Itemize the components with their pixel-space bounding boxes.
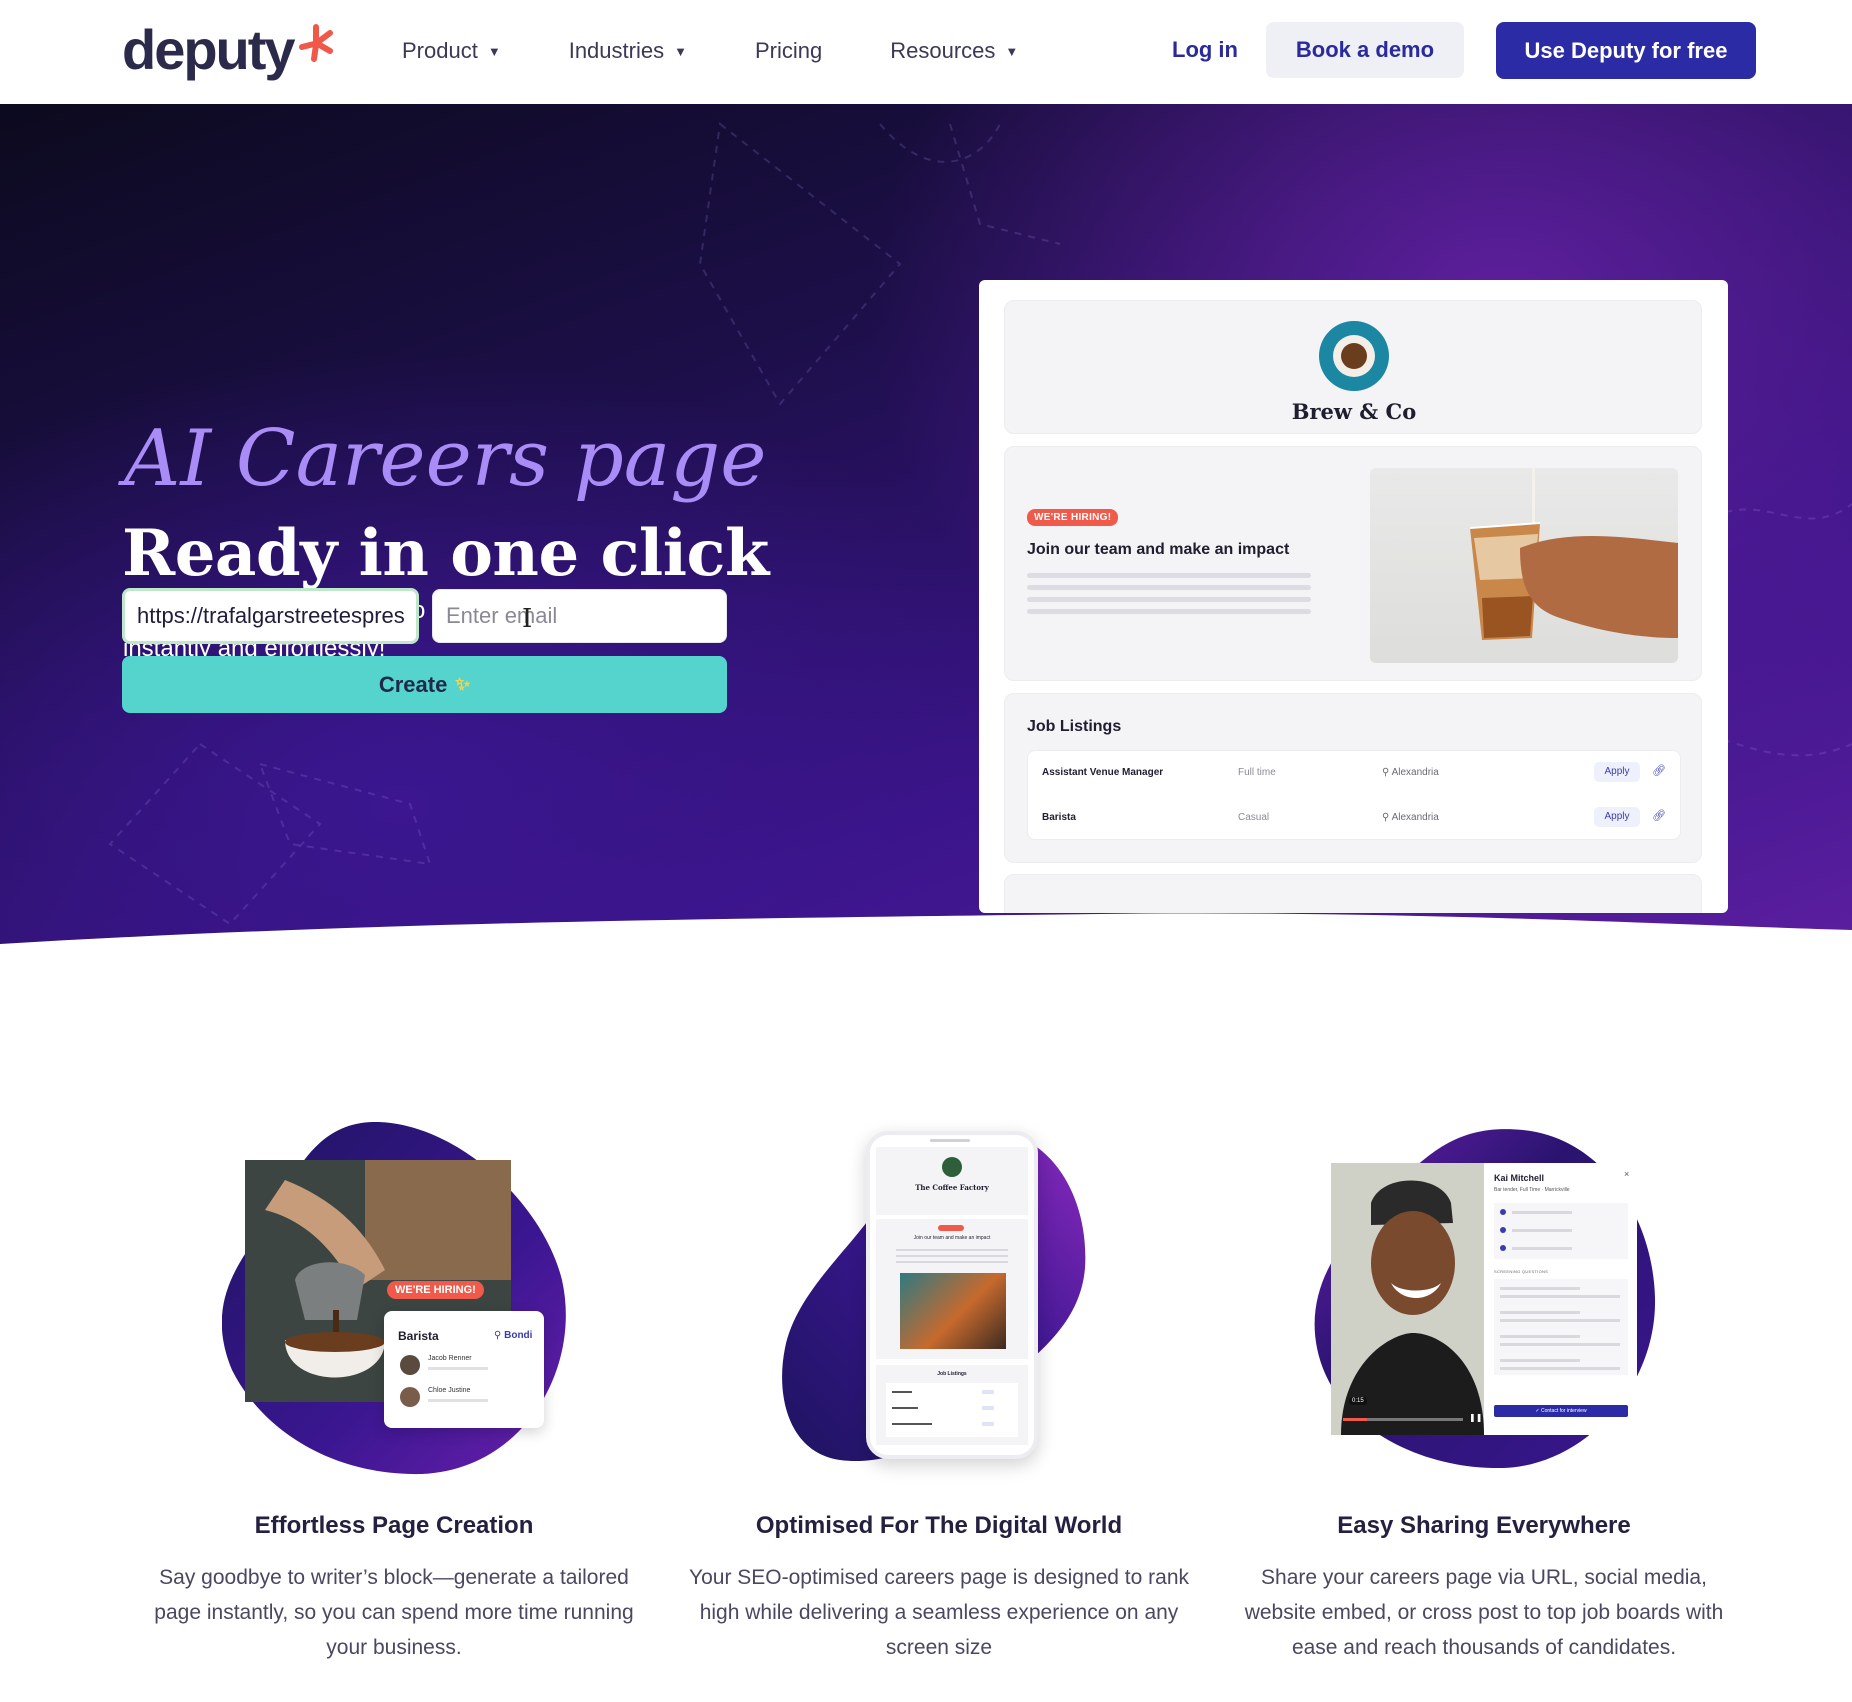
map-pin-icon: ⚲ — [1382, 767, 1392, 778]
map-pin-icon: ⚲ — [494, 1330, 505, 1341]
pause-icon[interactable]: ❚❚ — [1469, 1413, 1482, 1422]
placeholder-line — [1027, 573, 1311, 578]
job-role: Assistant Venue Manager — [1042, 767, 1164, 778]
job-table: Assistant Venue Manager Full time ⚲ Alex… — [1027, 750, 1681, 840]
placeholder-line — [896, 1255, 1008, 1257]
close-icon[interactable]: × — [1624, 1169, 1629, 1179]
job-type: Casual — [1238, 812, 1270, 823]
feature-description: Say goodbye to writer’s block—generate a… — [154, 1566, 634, 1659]
contact-interview-button[interactable]: ✓ Contact for interview — [1494, 1405, 1628, 1417]
feature-title: Optimised For The Digital World — [755, 1512, 1123, 1539]
phone-header: The Coffee Factory — [876, 1147, 1028, 1215]
placeholder-line — [896, 1249, 1008, 1251]
job-card-mock: Barista ⚲ Bondi Jacob Renner Chloe Justi… — [384, 1311, 544, 1428]
job-role: Barista — [1042, 812, 1076, 823]
placeholder-line — [1027, 585, 1311, 590]
caret-down-icon: ▼ — [487, 43, 501, 59]
nav-product[interactable]: Product ▼ — [402, 38, 501, 64]
asterisk-logo-icon — [298, 24, 333, 62]
job-type: Full time — [1238, 767, 1276, 778]
caret-down-icon: ▼ — [674, 43, 687, 59]
placeholder-line — [1027, 609, 1311, 614]
primary-nav: Product ▼ Industries ▼ Pricing Resources… — [402, 38, 1086, 64]
email-input[interactable] — [432, 589, 727, 643]
phone-brand-name: The Coffee Factory — [915, 1183, 989, 1192]
phone-hero: Join our team and make an impact — [876, 1219, 1028, 1359]
phone-job-table — [886, 1383, 1018, 1437]
feature-description: Your SEO-optimised careers page is desig… — [689, 1566, 1190, 1659]
sparkles-icon: ✨︎ — [455, 674, 471, 694]
job-listings-heading: Job Listings — [1027, 718, 1122, 735]
screening-heading: SCREENING QUESTIONS — [1494, 1269, 1549, 1274]
candidate-details — [1494, 1203, 1628, 1259]
phone-job-listings: Job Listings — [876, 1365, 1028, 1445]
avatar — [400, 1387, 420, 1407]
caret-down-icon: ▼ — [1005, 43, 1019, 59]
candidate-name: Chloe Justine — [428, 1387, 471, 1394]
book-demo-button[interactable]: Book a demo — [1266, 22, 1464, 78]
candidate-meta: Bar tender, Full Time · Marrickville — [1494, 1187, 1570, 1193]
iced-coffee-photo — [1370, 468, 1678, 663]
create-button[interactable]: Create ✨︎ — [122, 656, 727, 713]
placeholder-line — [1027, 597, 1311, 602]
map-pin-icon: ⚲ — [1382, 812, 1392, 823]
feature-description: Share your careers page via URL, social … — [1244, 1566, 1724, 1659]
job-card-location: ⚲ Bondi — [494, 1330, 533, 1341]
business-url-input[interactable] — [122, 588, 419, 644]
avatar — [400, 1355, 420, 1375]
coffee-table-photo — [900, 1273, 1006, 1349]
hiring-badge: WE'RE HIRING! — [1027, 509, 1119, 526]
phone-join-heading: Join our team and make an impact — [913, 1235, 991, 1241]
careers-page-preview: Brew & Co WE'RE HIRING! Join our team an… — [979, 280, 1728, 913]
job-location: ⚲ Alexandria — [1382, 767, 1439, 778]
nav-pricing[interactable]: Pricing — [755, 38, 822, 64]
candidate-name: Kai Mitchell — [1494, 1173, 1545, 1183]
nav-industries[interactable]: Industries ▼ — [569, 38, 687, 64]
placeholder-line — [428, 1399, 488, 1402]
candidate-name: Jacob Renner — [428, 1355, 472, 1362]
login-link[interactable]: Log in — [1172, 37, 1238, 63]
feature-title: Effortless Page Creation — [254, 1512, 534, 1539]
hiring-badge: WE'RE HIRING! — [387, 1281, 484, 1299]
top-nav: deputy Product ▼ Industries ▼ Pricing Re… — [0, 0, 1852, 104]
phone-jobs-heading: Job Listings — [937, 1371, 967, 1377]
candidate-profile-panel: Kai Mitchell × Bar tender, Full Time · M… — [1484, 1163, 1637, 1435]
preview-brand-name: Brew & Co — [1291, 399, 1417, 424]
placeholder-line — [428, 1367, 488, 1370]
job-row: Assistant Venue Manager Full time ⚲ Alex… — [1028, 751, 1682, 795]
hiring-badge — [938, 1225, 964, 1231]
video-timestamp: 0:15 — [1349, 1397, 1367, 1405]
placeholder-line — [896, 1261, 1008, 1263]
nav-resources[interactable]: Resources ▼ — [890, 38, 1018, 64]
preview-hero: WE'RE HIRING! Join our team and make an … — [1004, 446, 1702, 681]
apply-button[interactable]: Apply — [1594, 807, 1640, 827]
hero-script-title: AI Careers page — [124, 414, 767, 504]
screening-questions — [1494, 1279, 1628, 1375]
job-card-title: Barista — [398, 1329, 439, 1343]
deputy-logo[interactable]: deputy — [122, 18, 336, 82]
preview-job-listings: Job Listings Assistant Venue Manager Ful… — [1004, 693, 1702, 863]
text-cursor-icon: I — [522, 604, 533, 634]
preview-header: Brew & Co — [1004, 300, 1702, 434]
phone-mockup: The Coffee Factory Join our team and mak… — [866, 1131, 1038, 1459]
logo-wordmark: deputy — [122, 18, 296, 81]
job-row: Barista Casual ⚲ Alexandria Apply 🔗︎ — [1028, 796, 1682, 840]
link-icon[interactable]: 🔗︎ — [1652, 809, 1666, 822]
hero-wave-divider — [0, 913, 1852, 960]
phone-speaker — [930, 1139, 970, 1142]
coffee-cup-logo-icon — [1319, 321, 1389, 391]
job-location: ⚲ Alexandria — [1382, 812, 1439, 823]
hero-title: Ready in one click — [122, 516, 769, 591]
feature-title: Easy Sharing Everywhere — [1337, 1512, 1631, 1539]
use-free-button[interactable]: Use Deputy for free — [1496, 22, 1756, 79]
candidate-video-photo: 0:15 ❚❚ — [1331, 1163, 1484, 1435]
link-icon[interactable]: 🔗︎ — [1652, 764, 1666, 777]
apply-button[interactable]: Apply — [1594, 762, 1640, 782]
hero-section: AI Careers page Ready in one click Turn … — [0, 104, 1852, 944]
iced-coffee-illustration — [1469, 468, 1678, 640]
brand-logo-icon — [942, 1157, 962, 1177]
preview-join-heading: Join our team and make an impact — [1027, 541, 1290, 558]
